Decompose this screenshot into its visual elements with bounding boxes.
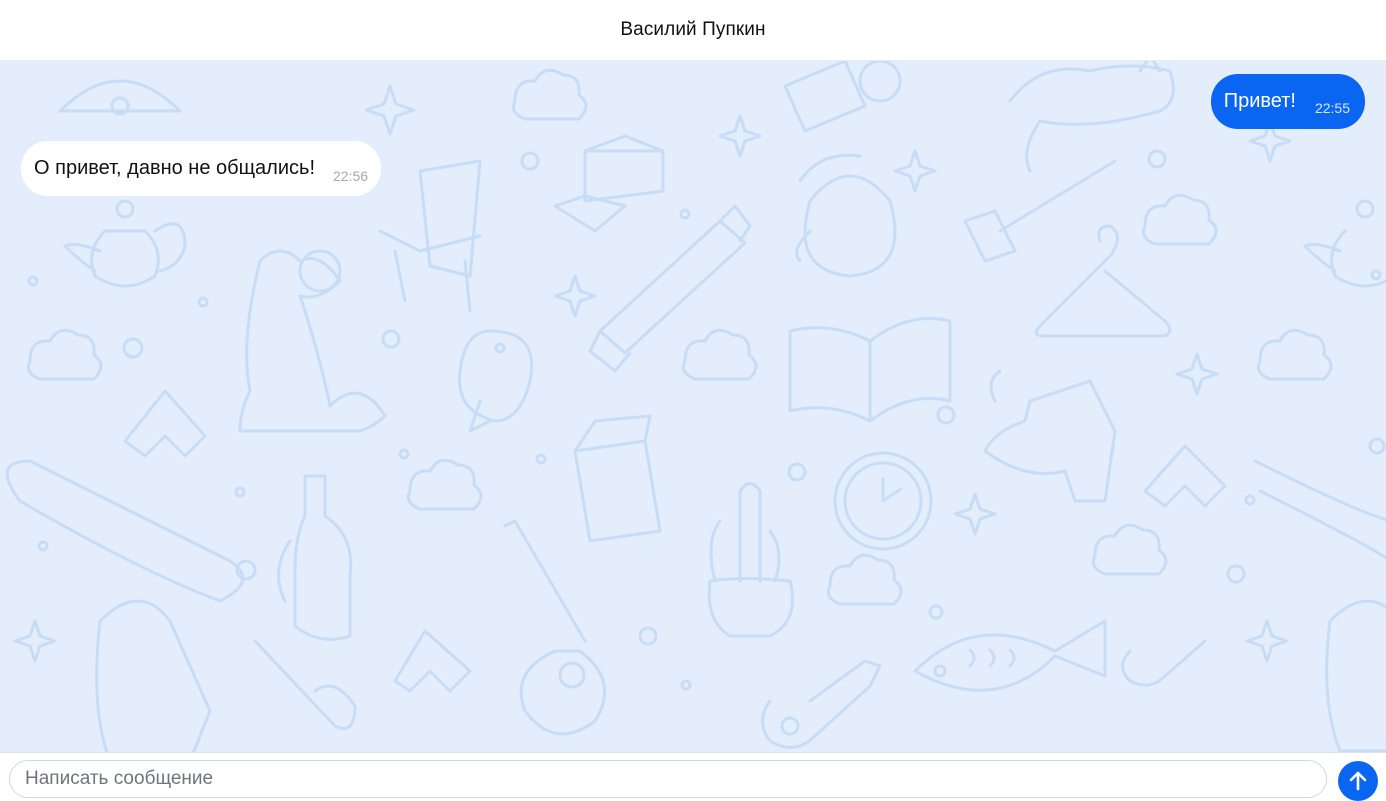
message-bubble-outgoing[interactable]: Привет! 22:55 xyxy=(1210,74,1365,129)
message-timestamp: 22:55 xyxy=(1314,100,1350,116)
chat-header: Василий Пупкин xyxy=(0,0,1386,61)
arrow-up-icon xyxy=(1347,770,1369,792)
message-text: О привет, давно не общались! xyxy=(34,157,315,179)
send-button[interactable] xyxy=(1338,761,1378,801)
message-text: Привет! xyxy=(1223,90,1296,112)
message-list[interactable]: Привет! 22:55 О привет, давно не общалис… xyxy=(0,61,1386,752)
message-input[interactable] xyxy=(9,760,1327,798)
contact-name: Василий Пупкин xyxy=(620,19,766,40)
message-timestamp: 22:56 xyxy=(333,168,369,184)
message-bubble-incoming[interactable]: О привет, давно не общались! 22:56 xyxy=(21,141,382,196)
message-composer xyxy=(0,752,1386,801)
